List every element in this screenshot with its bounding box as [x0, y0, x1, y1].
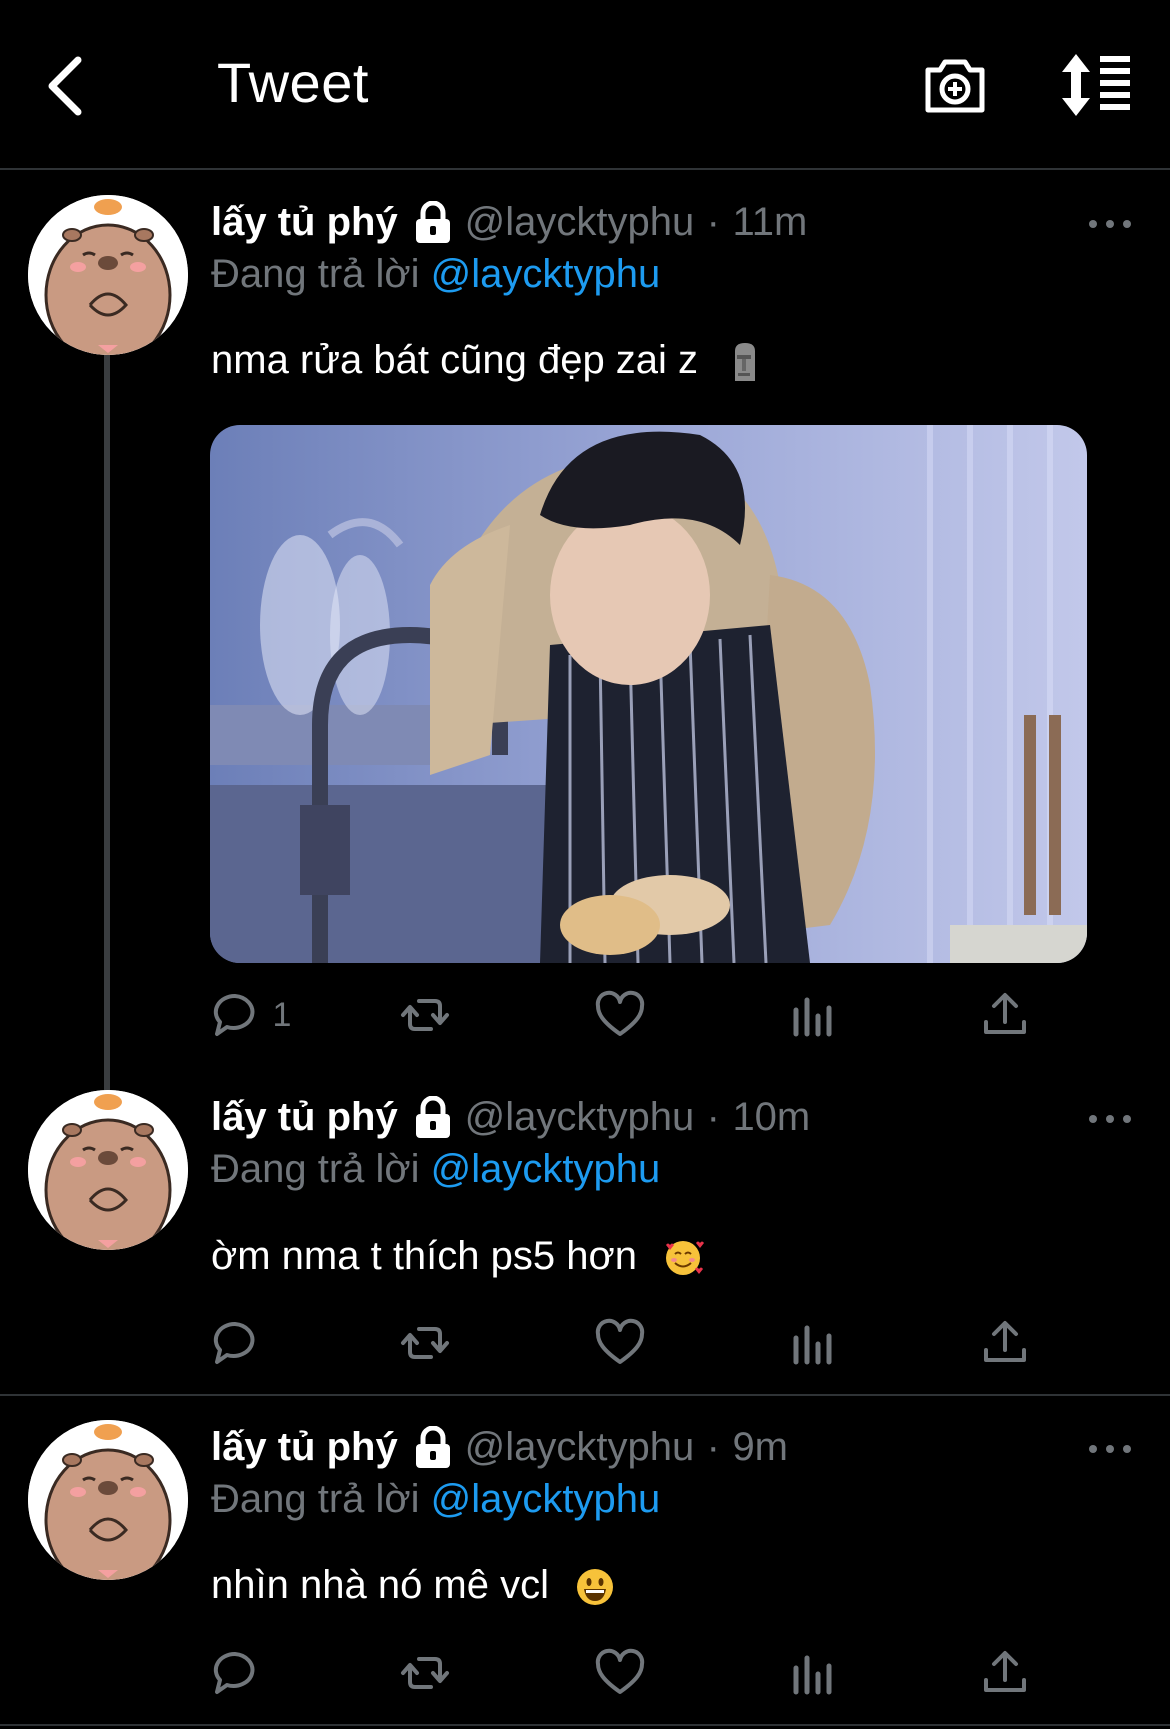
share-button[interactable] — [980, 990, 1030, 1046]
separator-dot: · — [706, 1095, 720, 1139]
retweet-button[interactable] — [400, 990, 450, 1046]
reply-button[interactable] — [210, 1318, 260, 1374]
retweet-button[interactable] — [400, 1318, 450, 1374]
lock-icon — [416, 1095, 451, 1138]
more-horizontal-icon — [1089, 1445, 1131, 1453]
retweet-icon — [401, 1327, 449, 1359]
tweet-text-row: nhìn nhà nó mê vcl — [211, 1563, 616, 1608]
bar-chart-icon — [793, 1655, 832, 1695]
more-horizontal-icon — [1089, 1115, 1131, 1123]
avatar[interactable] — [28, 195, 188, 355]
thread-connector — [104, 355, 110, 1090]
retweet-icon — [401, 1657, 449, 1689]
more-options-button[interactable] — [1085, 1109, 1135, 1129]
mention-link[interactable]: @laycktyphu — [431, 252, 661, 296]
mention-link[interactable]: @laycktyphu — [431, 1477, 661, 1521]
tweet-text-row: ờm nma t thích ps5 hơn — [211, 1234, 705, 1279]
reply-icon — [213, 1321, 255, 1364]
reply-count: 1 — [272, 995, 292, 1034]
lock-icon — [416, 1425, 451, 1468]
sort-replies-button[interactable] — [1056, 50, 1136, 120]
replying-to-label: Đang trả lời — [211, 1477, 420, 1521]
username[interactable]: @laycktyphu — [465, 1425, 695, 1469]
man-washing-dishes-photo — [210, 425, 1087, 963]
separator-dot: · — [706, 200, 720, 244]
moai-emoji-icon — [735, 343, 756, 382]
capybara-avatar-icon — [28, 195, 188, 355]
display-name[interactable]: lấy tủ phý — [211, 1095, 398, 1139]
like-button[interactable] — [595, 1318, 645, 1374]
reply-button[interactable]: 1 — [210, 990, 291, 1046]
more-options-button[interactable] — [1085, 1439, 1135, 1459]
camera-plus-icon — [925, 59, 985, 113]
page-title: Tweet — [217, 51, 369, 114]
like-button[interactable] — [595, 1648, 645, 1704]
analytics-button[interactable] — [788, 1318, 838, 1374]
tweet-text: nma rửa bát cũng đẹp zai z — [211, 338, 699, 382]
tweet-text-row: nma rửa bát cũng đẹp zai z — [211, 338, 765, 383]
back-button[interactable] — [40, 50, 100, 120]
bar-chart-icon — [793, 1325, 832, 1365]
lock-icon — [416, 200, 451, 243]
retweet-button[interactable] — [400, 1648, 450, 1704]
add-photo-button[interactable] — [920, 50, 990, 120]
replying-to: Đang trả lời @laycktyphu — [211, 1147, 660, 1192]
timestamp[interactable]: 10m — [732, 1095, 810, 1139]
smiling-face-with-hearts-emoji-icon — [666, 1241, 705, 1276]
replying-to: Đang trả lời @laycktyphu — [211, 252, 660, 297]
retweet-icon — [401, 999, 449, 1031]
capybara-avatar-icon — [28, 1420, 188, 1580]
capybara-avatar-icon — [28, 1090, 188, 1250]
analytics-button[interactable] — [788, 1648, 838, 1704]
tweet-divider — [0, 1724, 1170, 1726]
mention-link[interactable]: @laycktyphu — [431, 1147, 661, 1191]
heart-icon — [595, 990, 645, 1036]
grinning-face-emoji-icon — [577, 1569, 614, 1606]
display-name[interactable]: lấy tủ phý — [211, 200, 398, 244]
reply-button[interactable] — [210, 1648, 260, 1704]
heart-icon — [595, 1648, 645, 1694]
tweet-divider — [0, 1394, 1170, 1396]
top-bar: Tweet — [0, 0, 1170, 170]
replying-to-label: Đang trả lời — [211, 1147, 420, 1191]
timestamp[interactable]: 9m — [732, 1425, 788, 1469]
sort-icon — [1062, 54, 1130, 116]
separator-dot: · — [706, 1425, 720, 1469]
tweet-text: ờm nma t thích ps5 hơn — [211, 1234, 637, 1278]
display-name[interactable]: lấy tủ phý — [211, 1425, 398, 1469]
analytics-button[interactable] — [788, 990, 838, 1046]
heart-icon — [595, 1318, 645, 1364]
username[interactable]: @laycktyphu — [465, 1095, 695, 1139]
chevron-left-icon — [48, 56, 82, 116]
share-icon — [984, 1321, 1026, 1362]
reply-icon — [213, 1651, 255, 1694]
timestamp[interactable]: 11m — [732, 200, 807, 244]
share-button[interactable] — [980, 1648, 1030, 1704]
like-button[interactable] — [595, 990, 645, 1046]
avatar[interactable] — [28, 1420, 188, 1580]
replying-to-label: Đang trả lời — [211, 252, 420, 296]
bar-chart-icon — [793, 997, 832, 1037]
more-horizontal-icon — [1089, 220, 1131, 228]
tweet-media-image[interactable] — [210, 425, 1087, 963]
share-icon — [984, 993, 1026, 1034]
reply-icon — [213, 993, 255, 1036]
share-button[interactable] — [980, 1318, 1030, 1374]
replying-to: Đang trả lời @laycktyphu — [211, 1477, 660, 1522]
share-icon — [984, 1651, 1026, 1692]
username[interactable]: @laycktyphu — [465, 200, 695, 244]
avatar[interactable] — [28, 1090, 188, 1250]
more-options-button[interactable] — [1085, 214, 1135, 234]
tweet-text: nhìn nhà nó mê vcl — [211, 1563, 549, 1607]
